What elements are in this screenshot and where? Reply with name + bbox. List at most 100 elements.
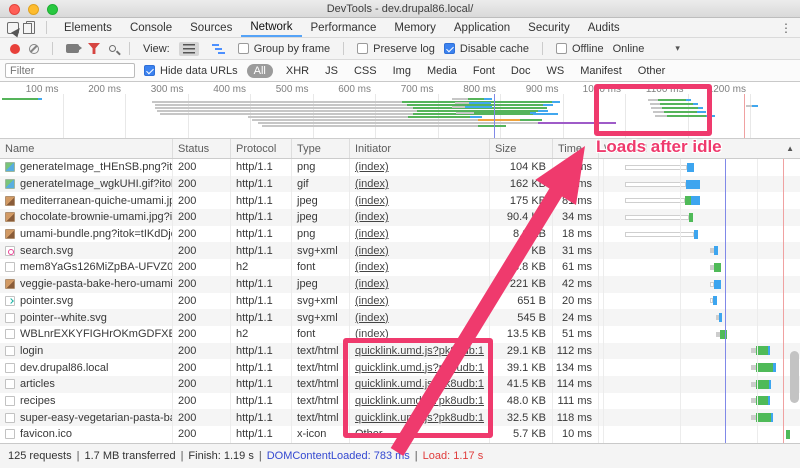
hide-data-urls-checkbox[interactable] (144, 65, 155, 76)
sort-ascending-icon[interactable]: ▲ (786, 144, 794, 153)
chevron-down-icon[interactable]: ▾ (675, 43, 680, 54)
filter-type-css[interactable]: CSS (351, 64, 380, 78)
tab-sources[interactable]: Sources (181, 18, 241, 37)
waterfall-cell[interactable] (599, 359, 800, 376)
initiator-link[interactable]: (index) (355, 261, 389, 273)
waterfall-cell[interactable] (599, 242, 800, 259)
request-name-cell[interactable]: dev.drupal86.local (0, 359, 173, 376)
initiator-link[interactable]: quicklink.umd.js?pk8udb:1 (355, 395, 484, 407)
column-header-name[interactable]: Name (0, 139, 173, 158)
column-header-type[interactable]: Type (292, 139, 350, 158)
screenshot-camera-icon[interactable] (66, 44, 79, 53)
search-icon[interactable] (109, 45, 116, 52)
waterfall-cell[interactable] (599, 226, 800, 243)
column-header-initiator[interactable]: Initiator (350, 139, 490, 158)
initiator-link[interactable]: (index) (355, 195, 389, 207)
filter-type-media[interactable]: Media (424, 64, 460, 78)
column-header-status[interactable]: Status (173, 139, 231, 158)
waterfall-cell[interactable] (599, 276, 800, 293)
waterfall-cell[interactable] (599, 376, 800, 393)
tab-console[interactable]: Console (121, 18, 181, 37)
request-name-cell[interactable]: mem8YaGs126MiZpBA-UFVZ0bf... (0, 259, 173, 276)
filter-type-ws[interactable]: WS (543, 64, 567, 78)
tab-security[interactable]: Security (519, 18, 579, 37)
waterfall-cell[interactable] (599, 293, 800, 310)
disable-cache-checkbox[interactable] (444, 43, 455, 54)
request-name-cell[interactable]: login (0, 343, 173, 360)
request-name-cell[interactable]: pointer--white.svg (0, 309, 173, 326)
request-name-cell[interactable]: generateImage_tHEnSB.png?itok... (0, 159, 173, 176)
request-name-cell[interactable]: recipes (0, 393, 173, 410)
initiator-link[interactable]: (index) (355, 178, 389, 190)
inspect-element-icon[interactable] (7, 22, 19, 34)
column-header-waterfall[interactable]: Waterfall▲ (599, 139, 800, 158)
filter-type-manifest[interactable]: Manifest (577, 64, 625, 78)
minimize-window-button[interactable] (28, 4, 39, 15)
clear-icon[interactable] (29, 44, 39, 54)
group-by-frame-checkbox[interactable] (238, 43, 249, 54)
offline-checkbox[interactable] (556, 43, 567, 54)
waterfall-cell[interactable] (599, 393, 800, 410)
waterfall-cell[interactable] (599, 159, 800, 176)
tab-performance[interactable]: Performance (302, 18, 386, 37)
waterfall-cell[interactable] (599, 209, 800, 226)
column-header-protocol[interactable]: Protocol (231, 139, 292, 158)
initiator-link[interactable]: (index) (355, 312, 389, 324)
initiator-link[interactable]: (index) (355, 245, 389, 257)
list-view-button[interactable] (179, 42, 199, 56)
request-name-cell[interactable]: favicon.ico (0, 426, 173, 443)
waterfall-view-button[interactable] (208, 42, 229, 56)
initiator-link[interactable]: (index) (355, 228, 389, 240)
waterfall-cell[interactable] (599, 309, 800, 326)
initiator-link[interactable]: quicklink.umd.js?pk8udb:1 (355, 362, 484, 374)
request-name-cell[interactable]: articles (0, 376, 173, 393)
initiator-link[interactable]: (index) (355, 161, 389, 173)
request-name-cell[interactable]: chocolate-brownie-umami.jpg?it... (0, 209, 173, 226)
request-name-cell[interactable]: WBLnrEXKYFIGHrOKmGDFXEX... (0, 326, 173, 343)
filter-funnel-icon[interactable] (88, 43, 100, 54)
preserve-log-checkbox[interactable] (357, 43, 368, 54)
filter-type-img[interactable]: Img (390, 64, 414, 78)
filter-type-font[interactable]: Font (470, 64, 498, 78)
tab-audits[interactable]: Audits (579, 18, 629, 37)
waterfall-cell[interactable] (599, 326, 800, 343)
initiator-link[interactable]: (index) (355, 278, 389, 290)
initiator-link[interactable]: (index) (355, 295, 389, 307)
filter-type-xhr[interactable]: XHR (283, 64, 312, 78)
request-name-cell[interactable]: generateImage_wgkUHI.gif?itok=... (0, 176, 173, 193)
tab-memory[interactable]: Memory (385, 18, 445, 37)
waterfall-cell[interactable] (599, 192, 800, 209)
tab-elements[interactable]: Elements (55, 18, 121, 37)
request-name-cell[interactable]: mediterranean-quiche-umami.jpg... (0, 192, 173, 209)
kebab-menu-icon[interactable]: ⋮ (780, 21, 792, 35)
filter-type-doc[interactable]: Doc (508, 64, 534, 78)
request-name-cell[interactable]: umami-bundle.png?itok=tIKdDjop (0, 226, 173, 243)
throttling-select[interactable]: Online (613, 43, 645, 55)
filter-input[interactable] (5, 63, 135, 78)
request-name-cell[interactable]: pointer.svg (0, 293, 173, 310)
maximize-window-button[interactable] (47, 4, 58, 15)
filter-type-js[interactable]: JS (322, 64, 341, 78)
initiator-link[interactable]: (index) (355, 328, 389, 340)
tab-network[interactable]: Network (241, 18, 301, 37)
waterfall-cell[interactable] (599, 176, 800, 193)
waterfall-cell[interactable] (599, 343, 800, 360)
vertical-scrollbar-thumb[interactable] (790, 351, 799, 403)
initiator-link[interactable]: quicklink.umd.js?pk8udb:1 (355, 345, 484, 357)
tab-application[interactable]: Application (445, 18, 519, 37)
filter-type-other[interactable]: Other (635, 64, 669, 78)
filter-type-all[interactable]: All (247, 64, 273, 78)
record-button[interactable] (10, 44, 20, 54)
timeline-overview[interactable]: 100 ms200 ms300 ms400 ms500 ms600 ms700 … (0, 82, 800, 139)
request-name-cell[interactable]: super-easy-vegetarian-pasta-bake (0, 409, 173, 426)
device-toolbar-icon[interactable] (26, 21, 35, 34)
column-header-time[interactable]: Time (553, 139, 599, 158)
waterfall-cell[interactable] (599, 426, 800, 443)
waterfall-cell[interactable] (599, 259, 800, 276)
initiator-link[interactable]: (index) (355, 211, 389, 223)
initiator-link[interactable]: quicklink.umd.js?pk8udb:1 (355, 378, 484, 390)
initiator-link[interactable]: quicklink.umd.js?pk8udb:1 (355, 412, 484, 424)
column-header-size[interactable]: Size (490, 139, 553, 158)
request-name-cell[interactable]: search.svg (0, 242, 173, 259)
close-window-button[interactable] (9, 4, 20, 15)
